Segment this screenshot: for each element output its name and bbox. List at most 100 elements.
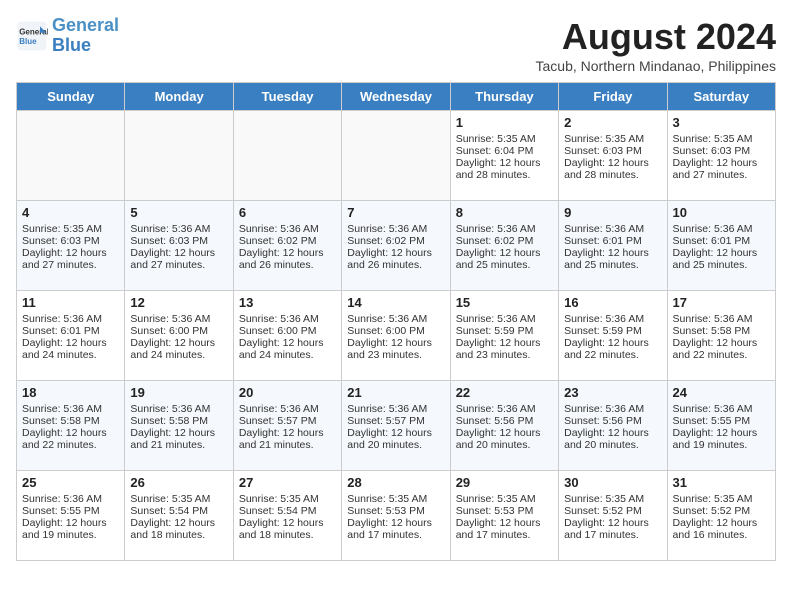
cell-info-line: and 17 minutes. <box>564 529 661 541</box>
week-row-1: 1Sunrise: 5:35 AMSunset: 6:04 PMDaylight… <box>17 111 776 201</box>
calendar-cell: 16Sunrise: 5:36 AMSunset: 5:59 PMDayligh… <box>559 291 667 381</box>
cell-info-line: Sunrise: 5:35 AM <box>673 493 770 505</box>
day-number: 17 <box>673 295 770 310</box>
cell-info-line: Sunset: 6:00 PM <box>239 325 336 337</box>
calendar-cell: 18Sunrise: 5:36 AMSunset: 5:58 PMDayligh… <box>17 381 125 471</box>
cell-info-line: Sunrise: 5:36 AM <box>564 223 661 235</box>
day-header-monday: Monday <box>125 83 233 111</box>
calendar-cell: 8Sunrise: 5:36 AMSunset: 6:02 PMDaylight… <box>450 201 558 291</box>
day-number: 23 <box>564 385 661 400</box>
calendar-cell: 11Sunrise: 5:36 AMSunset: 6:01 PMDayligh… <box>17 291 125 381</box>
cell-info-line: Sunset: 6:03 PM <box>564 145 661 157</box>
logo-text: General Blue <box>52 16 119 56</box>
days-of-week-row: SundayMondayTuesdayWednesdayThursdayFrid… <box>17 83 776 111</box>
cell-info-line: Sunset: 6:03 PM <box>22 235 119 247</box>
cell-info-line: and 24 minutes. <box>130 349 227 361</box>
cell-info-line: Sunrise: 5:36 AM <box>130 403 227 415</box>
calendar-header: SundayMondayTuesdayWednesdayThursdayFrid… <box>17 83 776 111</box>
cell-info-line: Daylight: 12 hours <box>22 427 119 439</box>
day-number: 28 <box>347 475 444 490</box>
cell-info-line: Sunset: 6:04 PM <box>456 145 553 157</box>
cell-info-line: and 22 minutes. <box>22 439 119 451</box>
calendar-cell: 17 Sunrise: 5:36 AMSunset: 5:58 PMDayligh… <box>667 291 775 381</box>
cell-info-line: Daylight: 12 hours <box>239 337 336 349</box>
cell-info-line: and 28 minutes. <box>564 169 661 181</box>
cell-info-line: and 18 minutes. <box>130 529 227 541</box>
page-header: General Blue General Blue August 2024 Ta… <box>16 16 776 74</box>
calendar-cell: 6Sunrise: 5:36 AMSunset: 6:02 PMDaylight… <box>233 201 341 291</box>
cell-info-line: Sunrise: 5:36 AM <box>130 223 227 235</box>
calendar-cell: 12Sunrise: 5:36 AMSunset: 6:00 PMDayligh… <box>125 291 233 381</box>
cell-info-line: Daylight: 12 hours <box>130 517 227 529</box>
calendar-table: SundayMondayTuesdayWednesdayThursdayFrid… <box>16 82 776 561</box>
week-row-5: 25Sunrise: 5:36 AMSunset: 5:55 PMDayligh… <box>17 471 776 561</box>
cell-info-line: and 19 minutes. <box>673 439 770 451</box>
calendar-cell: 3Sunrise: 5:35 AMSunset: 6:03 PMDaylight… <box>667 111 775 201</box>
cell-info-line: Daylight: 12 hours <box>456 427 553 439</box>
day-number: 11 <box>22 295 119 310</box>
cell-info-line: and 26 minutes. <box>239 259 336 271</box>
calendar-cell <box>342 111 450 201</box>
calendar-cell: 2Sunrise: 5:35 AMSunset: 6:03 PMDaylight… <box>559 111 667 201</box>
cell-info-line: Sunset: 5:59 PM <box>456 325 553 337</box>
cell-info-line: Daylight: 12 hours <box>456 337 553 349</box>
cell-info-line: Sunset: 5:53 PM <box>456 505 553 517</box>
calendar-cell <box>233 111 341 201</box>
cell-info-line: Sunset: 5:54 PM <box>239 505 336 517</box>
calendar-cell: 22Sunrise: 5:36 AMSunset: 5:56 PMDayligh… <box>450 381 558 471</box>
cell-info-line: and 22 minutes. <box>673 349 770 361</box>
cell-info-line: Sunset: 5:54 PM <box>130 505 227 517</box>
cell-info-line: Daylight: 12 hours <box>130 247 227 259</box>
day-number: 18 <box>22 385 119 400</box>
cell-info-line: Daylight: 12 hours <box>673 337 770 349</box>
cell-info-line: Daylight: 12 hours <box>564 337 661 349</box>
cell-info-line: Sunrise: 5:36 AM <box>673 223 770 235</box>
calendar-cell: 19Sunrise: 5:36 AMSunset: 5:58 PMDayligh… <box>125 381 233 471</box>
day-header-friday: Friday <box>559 83 667 111</box>
cell-info-line: Daylight: 12 hours <box>673 247 770 259</box>
cell-info-line: Daylight: 12 hours <box>347 337 444 349</box>
day-number: 13 <box>239 295 336 310</box>
cell-info-line: and 24 minutes. <box>22 349 119 361</box>
calendar-cell: 7Sunrise: 5:36 AMSunset: 6:02 PMDaylight… <box>342 201 450 291</box>
calendar-cell: 1Sunrise: 5:35 AMSunset: 6:04 PMDaylight… <box>450 111 558 201</box>
cell-info-line: Sunset: 5:55 PM <box>673 415 770 427</box>
day-number: 22 <box>456 385 553 400</box>
cell-info-line: Sunrise: 5:36 AM <box>673 313 770 325</box>
cell-info-line: Daylight: 12 hours <box>22 517 119 529</box>
cell-info-line: Sunrise: 5:36 AM <box>239 223 336 235</box>
cell-info-line: Sunset: 5:58 PM <box>673 325 770 337</box>
calendar-cell: 31Sunrise: 5:35 AMSunset: 5:52 PMDayligh… <box>667 471 775 561</box>
cell-info-line: and 17 minutes. <box>347 529 444 541</box>
calendar-cell: 20Sunrise: 5:36 AMSunset: 5:57 PMDayligh… <box>233 381 341 471</box>
day-number: 31 <box>673 475 770 490</box>
day-number: 3 <box>673 115 770 130</box>
day-number: 24 <box>673 385 770 400</box>
calendar-cell <box>17 111 125 201</box>
day-number: 25 <box>22 475 119 490</box>
cell-info-line: and 24 minutes. <box>239 349 336 361</box>
cell-info-line: Sunrise: 5:35 AM <box>456 493 553 505</box>
calendar-cell <box>125 111 233 201</box>
cell-info-line: Daylight: 12 hours <box>564 157 661 169</box>
day-number: 26 <box>130 475 227 490</box>
cell-info-line: Sunset: 6:01 PM <box>673 235 770 247</box>
cell-info-line: and 23 minutes. <box>347 349 444 361</box>
cell-info-line: Sunrise: 5:35 AM <box>22 223 119 235</box>
calendar-cell: 10Sunrise: 5:36 AMSunset: 6:01 PMDayligh… <box>667 201 775 291</box>
cell-info-line: and 18 minutes. <box>239 529 336 541</box>
day-number: 27 <box>239 475 336 490</box>
cell-info-line: Daylight: 12 hours <box>564 427 661 439</box>
day-number: 6 <box>239 205 336 220</box>
cell-info-line: Daylight: 12 hours <box>347 517 444 529</box>
cell-info-line: Sunset: 6:02 PM <box>239 235 336 247</box>
cell-info-line: Daylight: 12 hours <box>456 157 553 169</box>
day-number: 15 <box>456 295 553 310</box>
cell-info-line: Daylight: 12 hours <box>564 517 661 529</box>
cell-info-line: Sunset: 5:57 PM <box>239 415 336 427</box>
week-row-4: 18Sunrise: 5:36 AMSunset: 5:58 PMDayligh… <box>17 381 776 471</box>
cell-info-line: Sunset: 5:53 PM <box>347 505 444 517</box>
cell-info-line: Sunrise: 5:35 AM <box>564 493 661 505</box>
cell-info-line: Daylight: 12 hours <box>22 337 119 349</box>
day-number: 1 <box>456 115 553 130</box>
